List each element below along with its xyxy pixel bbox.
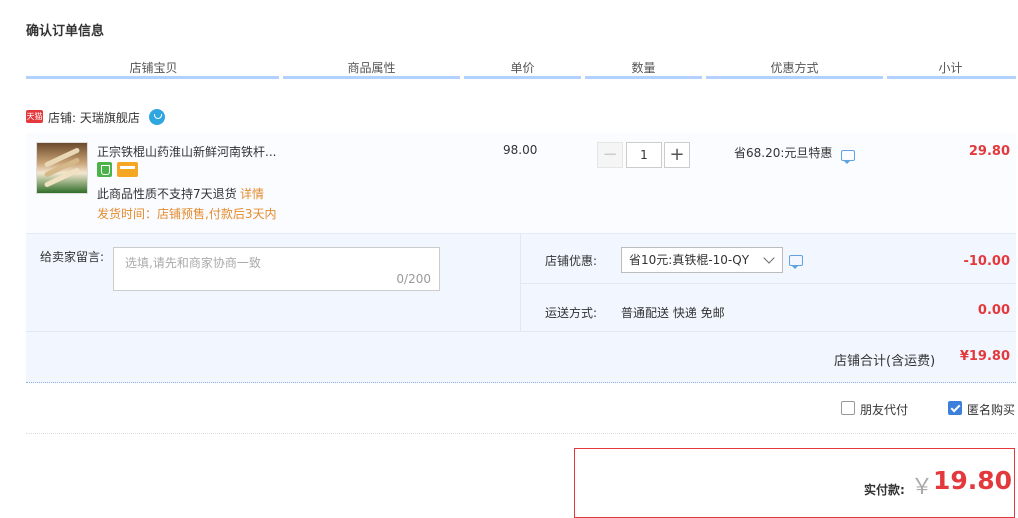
column-header-discount: 优惠方式: [770, 61, 819, 75]
discount-info-icon[interactable]: [789, 255, 803, 269]
service-guarantee-icon[interactable]: [97, 162, 112, 177]
quantity-input[interactable]: 1: [626, 142, 662, 168]
shipping-fee: 0.00: [977, 303, 1010, 318]
no-return-notice: 此商品性质不支持7天退货: [97, 187, 237, 201]
quantity-increase-button[interactable]: +: [664, 142, 690, 168]
shop-discount-label: 店铺优惠:: [545, 254, 598, 268]
shop-discount-selected: 省10元:真铁棍-10-QY: [629, 253, 750, 267]
item-subtotal: 29.80: [968, 144, 1010, 159]
currency-symbol: ￥: [911, 475, 934, 500]
column-header-shop-item: 店铺宝贝: [129, 61, 178, 75]
header-bar: [887, 76, 1016, 79]
column-header-attributes: 商品属性: [347, 61, 396, 75]
header-bar: [585, 76, 702, 79]
product-title-link[interactable]: 正宗铁棍山药淮山新鲜河南铁杆...: [97, 143, 276, 160]
shipping-method-label: 运送方式:: [545, 306, 598, 320]
return-detail-link[interactable]: 详情: [240, 185, 264, 202]
credit-card-icon[interactable]: [117, 162, 138, 177]
seller-message-counter: 0/200: [396, 272, 431, 286]
header-bar: [706, 76, 883, 79]
column-header-quantity: 数量: [631, 61, 656, 75]
shop-total-value: ¥19.80: [959, 349, 1010, 364]
product-thumbnail[interactable]: [36, 142, 88, 194]
header-bar: [464, 76, 581, 79]
divider: [26, 331, 1016, 332]
column-header-subtotal: 小计: [938, 61, 963, 75]
shop-name-link[interactable]: 店铺: 天瑞旗舰店: [48, 109, 140, 126]
unit-price: 98.00: [503, 143, 538, 157]
quantity-decrease-button[interactable]: −: [597, 142, 623, 168]
actual-payment-amount: 19.80: [933, 466, 1013, 495]
wangwang-chat-icon[interactable]: [149, 109, 165, 125]
item-promotion: 省68.20:元旦特惠: [734, 146, 833, 160]
header-bar: [283, 76, 460, 79]
seller-message-placeholder: 选填,请先和商家协商一致: [125, 256, 261, 270]
shop-discount-amount: -10.00: [963, 254, 1010, 269]
chevron-down-icon: [763, 252, 775, 264]
tmall-badge-icon: 天猫: [26, 110, 43, 123]
shop-total-label: 店铺合计(含运费): [834, 354, 936, 369]
shop-discount-select[interactable]: 省10元:真铁棍-10-QY: [621, 247, 783, 273]
shipping-method-value: 普通配送 快递 免邮: [621, 306, 725, 320]
anonymous-purchase-label[interactable]: 匿名购买: [967, 401, 1015, 418]
divider: [520, 283, 1016, 284]
column-header-unit-price: 单价: [510, 61, 535, 75]
promo-info-icon[interactable]: [841, 150, 855, 164]
friend-pay-checkbox[interactable]: [841, 401, 855, 415]
seller-message-label: 给卖家留言:: [40, 250, 105, 264]
shipping-time-notice: 发货时间：店铺预售,付款后3天内: [97, 207, 277, 221]
seller-message-input[interactable]: 选填,请先和商家协商一致 0/200: [113, 247, 440, 291]
divider: [26, 433, 1016, 434]
header-bar: [26, 76, 279, 79]
page-title: 确认订单信息: [26, 24, 105, 39]
anonymous-purchase-checkbox[interactable]: [948, 401, 962, 415]
actual-payment-label: 实付款:: [864, 483, 905, 497]
friend-pay-label[interactable]: 朋友代付: [860, 401, 908, 418]
